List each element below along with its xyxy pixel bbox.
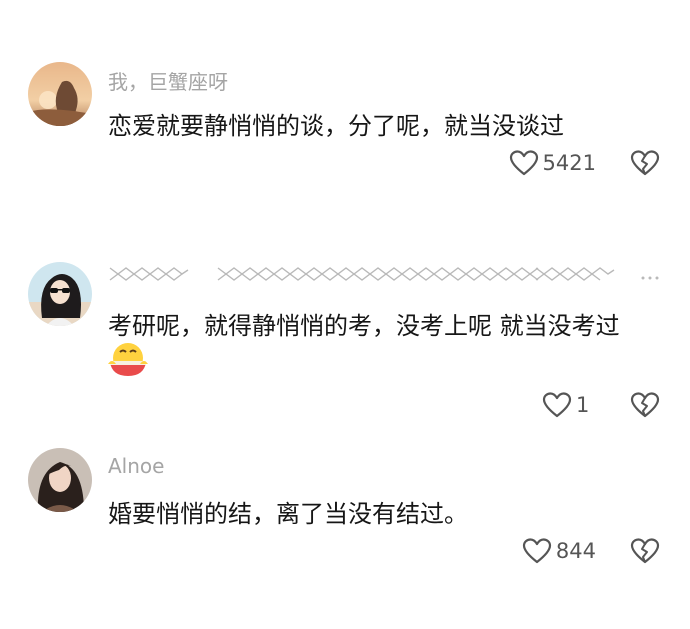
like-count: 1 [576, 393, 590, 417]
broken-heart-icon [630, 392, 660, 418]
like-button[interactable]: 5421 [509, 149, 596, 177]
like-count: 5421 [542, 151, 596, 175]
heart-icon [509, 150, 538, 176]
username[interactable]: Alnoe [108, 454, 164, 478]
like-button[interactable]: 844 [522, 537, 596, 565]
like-button[interactable]: 1 [542, 391, 596, 419]
like-count: 844 [555, 539, 596, 563]
dislike-button[interactable] [630, 537, 660, 565]
avatar[interactable] [28, 448, 92, 512]
comment-text: 婚要悄悄的结，离了当没有结过。 [108, 500, 468, 528]
avatar[interactable] [28, 262, 92, 326]
avatar[interactable] [28, 62, 92, 126]
comment-text: 恋爱就要静悄悄的谈，分了呢，就当没谈过 [108, 112, 564, 140]
face-holding-bowl-emoji [106, 340, 150, 380]
comment-text: 考研呢，就得静悄悄的考，没考上呢 就当没考过 [108, 312, 620, 340]
dislike-button[interactable] [630, 149, 660, 177]
heart-icon [542, 392, 572, 418]
username[interactable]: 我，巨蟹座呀 [108, 66, 228, 95]
comment-actions: 5421 [509, 148, 660, 178]
dislike-button[interactable] [630, 391, 660, 419]
broken-heart-icon [630, 538, 660, 564]
broken-heart-icon [630, 150, 660, 176]
woman-portrait-avatar-icon [28, 448, 92, 512]
heart-icon [522, 538, 552, 564]
comment-actions: 844 [522, 536, 660, 566]
username-scribble-icon [109, 267, 659, 281]
comment-actions: 1 [542, 390, 660, 420]
cartoon-girl-sunglasses-avatar-icon [28, 262, 92, 326]
sunset-photo-avatar-icon [28, 62, 92, 126]
bowl-emoji-icon [108, 343, 148, 376]
